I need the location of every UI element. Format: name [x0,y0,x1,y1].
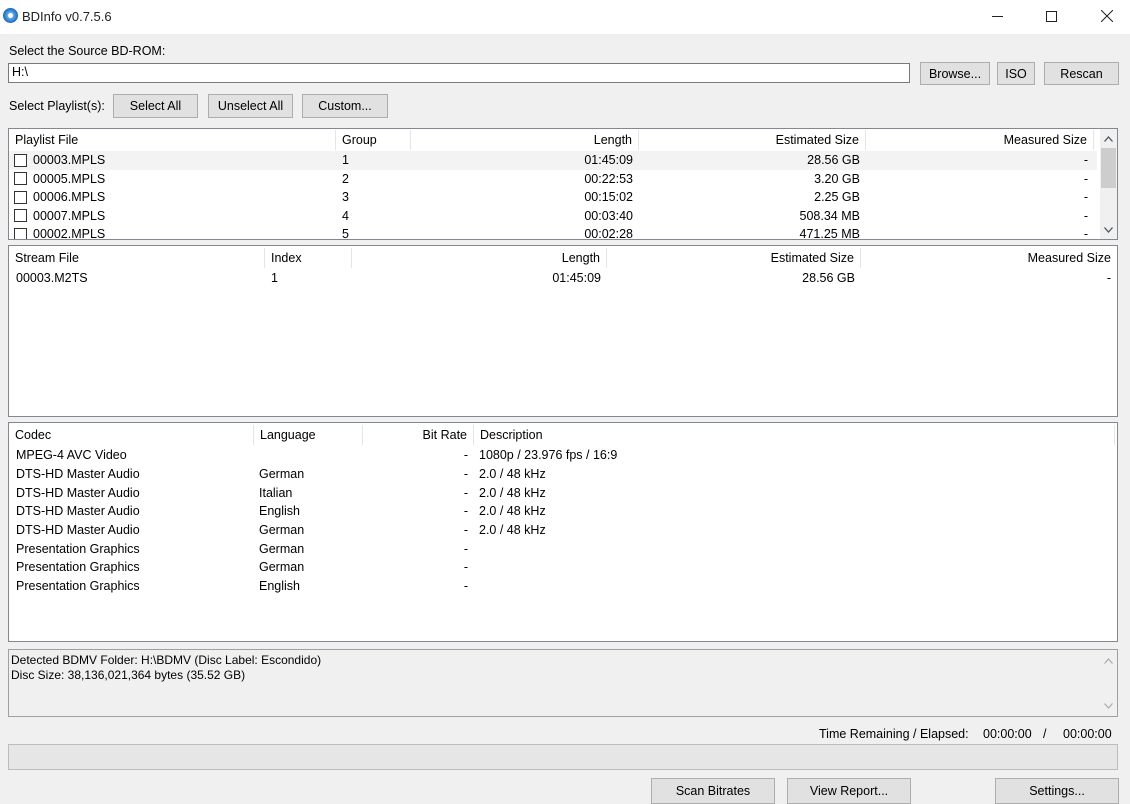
codec-list[interactable]: Codec Language Bit Rate Description MPEG… [8,422,1118,642]
source-path-input[interactable]: H:\ [8,63,910,83]
scroll-thumb[interactable] [1101,148,1116,188]
column-header-index[interactable]: Index [265,248,352,268]
maximize-icon [1045,10,1057,22]
time-elapsed-value: 00:00:00 [1063,727,1112,741]
column-header-length[interactable]: Length [411,130,639,150]
table-row[interactable]: DTS-HD Master Audio German - 2.0 / 48 kH… [9,521,1117,540]
log-scrollbar[interactable] [1100,650,1117,716]
column-header-measured-size[interactable]: Measured Size [866,130,1094,150]
table-row[interactable]: DTS-HD Master Audio German - 2.0 / 48 kH… [9,465,1117,484]
playlist-checkbox[interactable] [14,172,27,186]
minimize-button[interactable] [974,0,1020,32]
table-row[interactable]: DTS-HD Master Audio English - 2.0 / 48 k… [9,502,1117,521]
column-header-length[interactable]: Length [352,248,607,268]
table-row[interactable]: Presentation Graphics English - [9,577,1117,596]
iso-button[interactable]: ISO [997,62,1035,85]
custom-button[interactable]: Custom... [302,94,388,118]
source-label: Select the Source BD-ROM: [9,44,166,58]
window-title: BDInfo v0.7.5.6 [22,9,112,24]
column-header-measured-size[interactable]: Measured Size [861,248,1117,268]
playlist-list[interactable]: Playlist File Group Length Estimated Siz… [8,128,1118,240]
log-line: Disc Size: 38,136,021,364 bytes (35.52 G… [11,668,246,682]
log-textbox[interactable]: Detected BDMV Folder: H:\BDMV (Disc Labe… [8,649,1118,717]
playlist-scrollbar[interactable] [1100,129,1117,239]
minimize-icon [991,15,1003,17]
table-row[interactable]: 00006.MPLS 3 00:15:02 2.25 GB - [9,188,1097,207]
column-header-bit-rate[interactable]: Bit Rate [363,425,474,445]
column-header-estimated-size[interactable]: Estimated Size [639,130,866,150]
table-row[interactable]: Presentation Graphics German - [9,540,1117,559]
column-header-playlist-file[interactable]: Playlist File [9,130,336,150]
column-header-stream-file[interactable]: Stream File [9,248,265,268]
table-row[interactable]: MPEG-4 AVC Video - 1080p / 23.976 fps / … [9,446,1117,465]
unselect-all-button[interactable]: Unselect All [208,94,293,118]
log-line: Detected BDMV Folder: H:\BDMV (Disc Labe… [11,653,322,667]
settings-button[interactable]: Settings... [995,778,1119,804]
progress-bar [8,744,1118,770]
table-row[interactable]: 00003.M2TS 1 01:45:09 28.56 GB - [9,269,1117,288]
playlist-checkbox[interactable] [14,153,27,167]
table-row[interactable]: 00007.MPLS 4 00:03:40 508.34 MB - [9,207,1097,226]
column-header-description[interactable]: Description [474,425,1115,445]
column-header-codec[interactable]: Codec [9,425,254,445]
playlist-checkbox[interactable] [14,190,27,204]
browse-button[interactable]: Browse... [920,62,990,85]
select-all-button[interactable]: Select All [113,94,198,118]
table-row[interactable]: 00005.MPLS 2 00:22:53 3.20 GB - [9,170,1097,189]
table-row[interactable]: 00003.MPLS 1 01:45:09 28.56 GB - [9,151,1097,170]
maximize-button[interactable] [1028,0,1074,32]
view-report-button[interactable]: View Report... [787,778,911,804]
stream-list[interactable]: Stream File Index Length Estimated Size … [8,245,1118,417]
disc-icon [3,8,18,23]
scroll-down-icon[interactable] [1100,697,1117,714]
column-header-group[interactable]: Group [336,130,411,150]
playlist-checkbox[interactable] [14,209,27,223]
scan-bitrates-button[interactable]: Scan Bitrates [651,778,775,804]
scroll-down-icon[interactable] [1100,221,1117,238]
title-bar: BDInfo v0.7.5.6 [0,0,1130,34]
time-remaining-label: Time Remaining / Elapsed: [819,727,969,741]
close-icon [1101,10,1113,22]
playlist-checkbox[interactable] [14,227,27,239]
table-row[interactable]: Presentation Graphics German - [9,558,1117,577]
scroll-up-icon[interactable] [1100,652,1117,669]
column-header-estimated-size[interactable]: Estimated Size [607,248,861,268]
rescan-button[interactable]: Rescan [1044,62,1119,85]
time-separator: / [1043,727,1047,741]
time-remaining-value: 00:00:00 [983,727,1032,741]
table-row[interactable]: 00002.MPLS 5 00:02:28 471.25 MB - [9,225,1097,239]
select-playlists-label: Select Playlist(s): [9,99,105,113]
close-button[interactable] [1084,0,1130,32]
table-row[interactable]: DTS-HD Master Audio Italian - 2.0 / 48 k… [9,483,1117,502]
column-header-language[interactable]: Language [254,425,363,445]
scroll-up-icon[interactable] [1100,130,1117,147]
